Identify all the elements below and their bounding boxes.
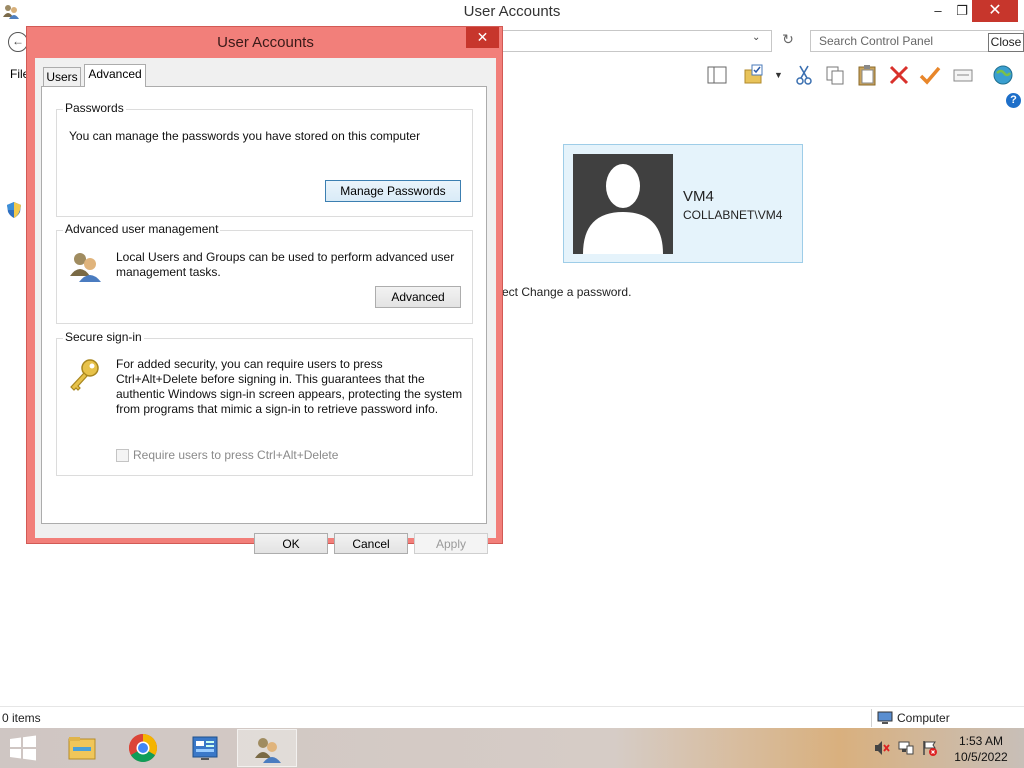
window-title: User Accounts — [463, 3, 561, 20]
window-titlebar: User Accounts – ❐ ✕ — [0, 0, 1024, 24]
dialog-title: User Accounts — [217, 34, 314, 51]
cut-icon[interactable] — [793, 64, 815, 86]
address-field[interactable] — [500, 30, 772, 52]
require-ctrl-alt-delete-checkbox[interactable] — [116, 449, 129, 462]
taskbar: 1:53 AM 10/5/2022 — [0, 728, 1024, 768]
secure-signin-group: Secure sign-in For added security, you c… — [56, 330, 473, 476]
advanced-tab-panel: Passwords You can manage the passwords y… — [41, 86, 487, 524]
user-tile[interactable]: VM4 COLLABNET\VM4 — [563, 144, 803, 263]
users-group-icon — [70, 253, 101, 282]
items-count: 0 items — [2, 711, 41, 725]
taskbar-file-explorer[interactable] — [52, 729, 112, 767]
address-dropdown-icon[interactable]: ⌄ — [752, 32, 760, 43]
key-icon — [70, 359, 99, 391]
taskbar-chrome[interactable] — [113, 729, 173, 767]
clock-time[interactable]: 1:53 AM — [944, 734, 1018, 748]
location-label: Computer — [897, 711, 950, 725]
dialog-body: Users Advanced Passwords You can manage … — [35, 58, 496, 554]
status-bar: 0 items Computer — [0, 706, 1024, 728]
user-domain: COLLABNET\VM4 — [683, 208, 783, 222]
tab-users[interactable]: Users — [43, 67, 81, 87]
change-password-hint: ect Change a password. — [502, 285, 632, 299]
apply-button[interactable]: Apply — [414, 533, 488, 554]
user-accounts-icon — [255, 738, 281, 763]
properties-icon[interactable] — [952, 64, 974, 86]
back-button[interactable]: ← — [8, 32, 28, 52]
shield-icon — [7, 202, 21, 218]
check-icon[interactable] — [919, 64, 941, 86]
user-silhouette-icon — [583, 164, 663, 254]
secure-signin-heading: Secure sign-in — [63, 330, 144, 344]
copy-icon[interactable] — [824, 64, 846, 86]
computer-icon — [877, 711, 893, 724]
toolbar: ▼ — [700, 60, 1024, 90]
user-avatar — [573, 154, 673, 254]
server-manager-icon — [192, 736, 218, 760]
dialog-close-button[interactable]: ✕ — [466, 27, 499, 48]
taskbar-server-manager[interactable] — [175, 729, 235, 767]
tab-advanced[interactable]: Advanced — [84, 64, 146, 87]
folder-options-icon[interactable] — [743, 64, 765, 86]
start-icon[interactable] — [8, 735, 38, 761]
advanced-user-management-description: Local Users and Groups can be used to pe… — [116, 250, 455, 279]
file-explorer-icon — [68, 737, 96, 760]
close-tooltip: Close — [988, 33, 1024, 52]
passwords-group: Passwords You can manage the passwords y… — [56, 101, 473, 217]
help-icon[interactable]: ? — [1006, 93, 1021, 108]
ok-button[interactable]: OK — [254, 533, 328, 554]
clock-date[interactable]: 10/5/2022 — [944, 750, 1018, 764]
require-ctrl-alt-delete-label[interactable]: Require users to press Ctrl+Alt+Delete — [133, 448, 338, 462]
taskbar-user-accounts[interactable] — [237, 729, 297, 767]
passwords-heading: Passwords — [63, 101, 126, 115]
refresh-button[interactable]: ↻ — [778, 31, 798, 51]
layout-icon[interactable] — [706, 64, 728, 86]
globe-icon[interactable] — [992, 64, 1014, 86]
system-tray — [872, 740, 942, 758]
network-icon[interactable] — [898, 740, 914, 756]
cancel-button[interactable]: Cancel — [334, 533, 408, 554]
close-button[interactable]: ✕ — [972, 0, 1018, 22]
paste-icon[interactable] — [856, 64, 878, 86]
user-name: VM4 — [683, 188, 714, 205]
user-accounts-dialog: User Accounts ✕ Users Advanced Passwords… — [26, 26, 503, 554]
passwords-description: You can manage the passwords you have st… — [69, 129, 421, 143]
advanced-user-management-heading: Advanced user management — [63, 222, 221, 236]
secure-signin-description: For added security, you can require user… — [116, 357, 463, 416]
advanced-button[interactable]: Advanced — [375, 286, 461, 308]
delete-icon[interactable] — [888, 64, 910, 86]
status-separator — [871, 709, 872, 727]
manage-passwords-button[interactable]: Manage Passwords — [325, 180, 461, 202]
action-center-icon[interactable] — [922, 740, 938, 756]
chrome-icon — [129, 734, 157, 762]
volume-muted-icon[interactable] — [874, 740, 890, 756]
advanced-user-management-group: Advanced user management Local Users and… — [56, 222, 473, 324]
